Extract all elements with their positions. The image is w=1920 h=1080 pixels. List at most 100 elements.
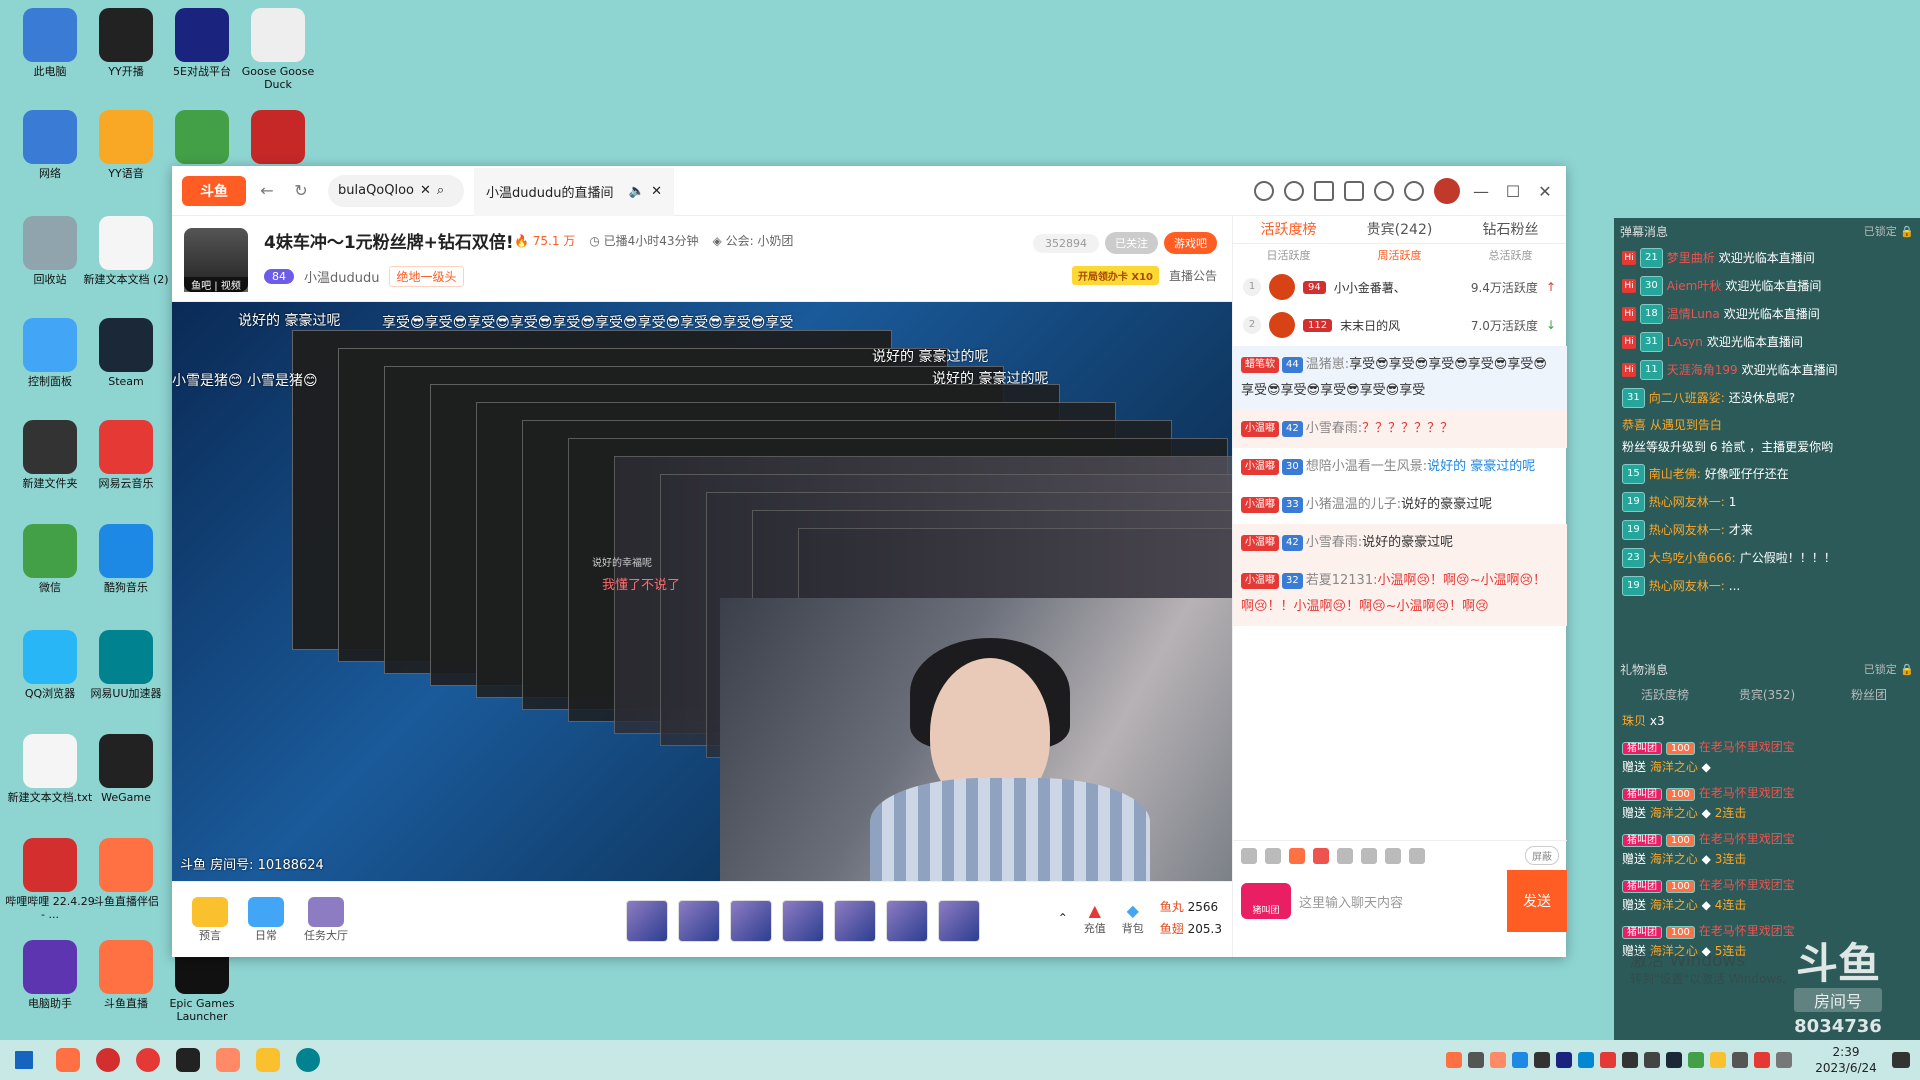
- history-icon[interactable]: [1254, 181, 1274, 201]
- chat-username[interactable]: 小雪春雨:: [1306, 535, 1362, 550]
- rank-sub-tab[interactable]: 日活跃度: [1233, 244, 1344, 268]
- horn-icon[interactable]: [1265, 847, 1281, 864]
- chat-username[interactable]: 小雪春雨:: [1306, 421, 1362, 436]
- tray-app-icon[interactable]: [1556, 1052, 1572, 1068]
- refresh-icon[interactable]: ↻: [288, 181, 314, 200]
- notice-link[interactable]: 直播公告: [1169, 267, 1217, 284]
- desktop-icon[interactable]: WeGame: [78, 734, 174, 804]
- star-icon[interactable]: [1289, 847, 1305, 864]
- gift-tab[interactable]: 活跃度榜: [1614, 682, 1716, 708]
- maximize-button[interactable]: ☐: [1502, 182, 1524, 201]
- douyu-logo[interactable]: 斗鱼: [182, 175, 246, 206]
- calendar-icon[interactable]: [1314, 181, 1334, 201]
- clock[interactable]: 2:39 2023/6/24: [1806, 1044, 1886, 1076]
- gift-item[interactable]: [938, 900, 980, 942]
- tray-app-icon[interactable]: [1754, 1052, 1770, 1068]
- chat-username[interactable]: 若夏12131:: [1306, 573, 1378, 588]
- search-tab[interactable]: bulaQoQloo ✕ ⌕: [328, 174, 464, 207]
- minimize-button[interactable]: —: [1470, 182, 1492, 201]
- desktop-icon[interactable]: Goose Goose Duck: [230, 8, 326, 91]
- desktop-icon[interactable]: 网易UU加速器: [78, 630, 174, 700]
- rank-row[interactable]: 2 112 末末日的风 7.0万活跃度 ↓: [1233, 306, 1566, 344]
- mic-icon[interactable]: [1644, 1052, 1660, 1068]
- tray-app-icon[interactable]: [1534, 1052, 1550, 1068]
- danmaku-lock[interactable]: 已锁定 🔒: [1864, 223, 1914, 239]
- desktop-icon[interactable]: 新建文本文档 (2): [78, 216, 174, 286]
- user-avatar[interactable]: [1434, 178, 1460, 204]
- bottom-item[interactable]: 日常: [248, 896, 284, 943]
- tray-app-icon[interactable]: [1622, 1052, 1638, 1068]
- network-icon[interactable]: [1732, 1052, 1748, 1068]
- room-avatar[interactable]: 鱼吧 | 视频: [184, 228, 248, 292]
- desktop-icon[interactable]: 斗鱼直播伴侣: [78, 838, 174, 908]
- emoji-icon[interactable]: [1241, 847, 1257, 864]
- chat-message[interactable]: 小温嘟 42 小雪春雨:说好的豪豪过呢: [1233, 524, 1567, 562]
- bottom-item[interactable]: 预言: [192, 896, 228, 943]
- expand-icon[interactable]: ⌃: [1058, 911, 1068, 925]
- gift-lock[interactable]: 已锁定 🔒: [1864, 661, 1914, 677]
- chat-username[interactable]: 温猪崽:: [1306, 357, 1349, 372]
- guild-label[interactable]: ◈ 公会: 小奶团: [713, 232, 794, 249]
- search-icon[interactable]: ⌕: [437, 183, 444, 198]
- steam-tray-icon[interactable]: [1666, 1052, 1682, 1068]
- tray-app-icon[interactable]: [1578, 1052, 1594, 1068]
- douyu-icon[interactable]: [208, 1040, 248, 1080]
- tray-app-icon[interactable]: [1600, 1052, 1616, 1068]
- video-player[interactable]: 说好的幸福呢 我懂了不说了 说好的 豪豪过呢 享受😎享受😎享受😎享受😎享受😎享受😎…: [172, 302, 1232, 881]
- gift-item[interactable]: [886, 900, 928, 942]
- desktop-icon[interactable]: 酷狗音乐: [78, 524, 174, 594]
- notification-icon[interactable]: [1892, 1052, 1910, 1068]
- netease-music-icon[interactable]: [128, 1040, 168, 1080]
- chat-message[interactable]: 小温嘟 33 小猪温温的儿子:说好的豪豪过呢: [1233, 486, 1567, 524]
- shield-toggle[interactable]: 屏蔽: [1525, 846, 1559, 865]
- rank-sub-tab[interactable]: 总活跃度: [1455, 244, 1566, 268]
- volume-icon[interactable]: [1468, 1052, 1484, 1068]
- wechat-tray-icon[interactable]: [1688, 1052, 1704, 1068]
- card-badge[interactable]: 开局领办卡 X10: [1071, 266, 1159, 285]
- tray-app-icon[interactable]: [1710, 1052, 1726, 1068]
- avatar-tag[interactable]: 鱼吧 | 视频: [184, 277, 248, 292]
- host-tag[interactable]: 绝地一级头: [389, 266, 464, 287]
- rank-sub-tab[interactable]: 周活跃度: [1344, 244, 1455, 268]
- tab-close-icon[interactable]: ✕: [651, 184, 662, 199]
- start-icon[interactable]: [0, 1040, 48, 1080]
- fan-badge[interactable]: 猪叫团: [1241, 883, 1291, 919]
- chat-message[interactable]: 小温嘟 30 想陪小温看一生风景:说好的 豪豪过的呢: [1233, 448, 1567, 486]
- tray-app-icon[interactable]: [1490, 1052, 1506, 1068]
- chat-message[interactable]: 小温嘟 42 小雪春雨:？？？？？？？: [1233, 410, 1567, 448]
- close-icon[interactable]: ✕: [420, 183, 431, 198]
- bilibili-icon[interactable]: [88, 1040, 128, 1080]
- heart-icon[interactable]: [1284, 181, 1304, 201]
- gift-item[interactable]: [782, 900, 824, 942]
- fan-icon[interactable]: [1313, 847, 1329, 864]
- game-button[interactable]: 游戏吧: [1164, 232, 1217, 254]
- chat-username[interactable]: 小猪温温的儿子:: [1306, 497, 1401, 512]
- desktop-icon[interactable]: [230, 110, 326, 167]
- chat-message[interactable]: 蜡笔软 44 温猪崽:享受😎享受😎享受😎享受😎享受😎享受😎享受😎享受😎享受😎享受: [1233, 346, 1567, 410]
- followed-button[interactable]: 已关注: [1105, 232, 1158, 254]
- tab-live-room[interactable]: 小温dududu的直播间 🔈 ✕: [474, 165, 674, 216]
- tray-douyu-icon[interactable]: [1446, 1052, 1462, 1068]
- bottom-item[interactable]: 任务大厅: [304, 896, 348, 943]
- yy-voice-icon[interactable]: [248, 1040, 288, 1080]
- gift-tab[interactable]: 贵宾(352): [1716, 682, 1818, 708]
- rank-tab[interactable]: 活跃度榜: [1233, 216, 1344, 243]
- noble-icon[interactable]: [1361, 847, 1377, 864]
- barrage-icon[interactable]: [1409, 847, 1425, 864]
- shirt-icon[interactable]: [1344, 181, 1364, 201]
- input-method-icon[interactable]: [1776, 1052, 1792, 1068]
- recharge-button[interactable]: ▲ 充值: [1084, 901, 1106, 936]
- gift-item[interactable]: [678, 900, 720, 942]
- uu-booster-icon[interactable]: [288, 1040, 328, 1080]
- super-icon[interactable]: [1337, 847, 1353, 864]
- yy-live-icon[interactable]: [168, 1040, 208, 1080]
- desktop-icon[interactable]: 网易云音乐: [78, 420, 174, 490]
- gift-item[interactable]: [730, 900, 772, 942]
- tray-app-icon[interactable]: [1512, 1052, 1528, 1068]
- gift-tab[interactable]: 粉丝团: [1818, 682, 1920, 708]
- message-icon[interactable]: [1374, 181, 1394, 201]
- chat-username[interactable]: 想陪小温看一生风景:: [1306, 459, 1427, 474]
- host-name[interactable]: 小温dududu: [304, 267, 379, 286]
- gift-item[interactable]: [626, 900, 668, 942]
- rank-row[interactable]: 1 94 小小金番薯、 9.4万活跃度 ↑: [1233, 268, 1566, 306]
